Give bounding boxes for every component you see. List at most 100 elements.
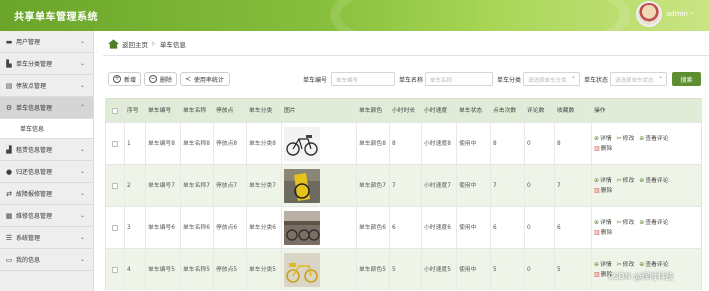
chevron-down-icon[interactable]: ⌄ [689,9,694,16]
clicks: 5 [490,249,524,290]
chevron-down-icon: ⌄ [79,82,85,89]
row-checkbox-cell[interactable] [106,165,124,206]
comments: 0 [524,249,554,290]
bike-status-select[interactable]: 请选择单车状态 [610,72,667,86]
breadcrumb-home[interactable]: 返回主页 [122,39,148,49]
bike-category-select[interactable]: 请选择单车分类 [523,72,580,86]
sidebar-item-label: 单车分类管理 [16,61,53,68]
delete-label: 删除 [600,229,613,236]
watermark: CSDN @辉时科技 [608,272,674,281]
minus-icon: − [149,75,157,83]
row-index: 1 [124,123,145,164]
avatar[interactable] [636,1,662,27]
sidebar-item-user-management[interactable]: ▬ 用户管理 ⌄ [0,31,93,53]
row-checkbox-cell[interactable] [106,123,124,164]
view-reviews-button[interactable]: ⊕ 查看评论 [639,219,668,227]
grid-icon: ▦ [5,211,13,220]
checkbox[interactable] [112,140,118,147]
row-actions: ⊕ 详情 ✂ 修改 ⊕ 查看评论 ▥ 删除 [591,165,703,206]
bike-color: 单车颜色6 [356,207,389,248]
usage-stats-button-label: 使用率统计 [193,76,224,84]
delete-button[interactable]: − 删除 [144,72,177,86]
filter-label-code: 单车编号 [303,77,328,84]
sidebar-item-rental[interactable]: ▟ 租赁信息管理 ⌄ [0,139,93,161]
reviews-label: 查看评论 [645,177,669,184]
bike-photo [284,126,320,161]
bike-name: 单车名称7 [180,165,213,206]
sidebar-item-my-info[interactable]: ▭ 我的信息 ⌄ [0,249,93,271]
detail-button[interactable]: ⊕ 详情 [594,135,612,143]
chevron-down-icon: ⌄ [79,190,85,197]
breadcrumb-current: 单车信息 [159,41,186,49]
delete-row-button[interactable]: ▥ 删除 [594,229,612,237]
sidebar-item-label: 维修信息管理 [16,213,53,220]
detail-button[interactable]: ⊕ 详情 [594,261,612,269]
sidebar-item-repair[interactable]: ▦ 维修信息管理 ⌄ [0,205,93,227]
bike-color: 单车颜色8 [356,123,389,164]
divider [103,55,709,56]
column-header: 停放点 [213,99,246,122]
sidebar-item-label: 故障报修管理 [16,191,53,198]
edit-label: 修改 [622,219,635,226]
sidebar-item-fault[interactable]: ⇄ 故障报修管理 ⌄ [0,183,93,205]
select-all-checkbox[interactable] [106,99,124,122]
parking-spot: 停放点7 [213,165,246,206]
row-actions: ⊕ 详情 ✂ 修改 ⊕ 查看评论 ▥ 删除 [591,249,703,290]
checkbox[interactable] [112,182,118,189]
comments: 0 [524,123,554,164]
bike-category: 单车分类8 [246,123,281,164]
bike-code-input[interactable]: 单车编号 [331,72,395,86]
row-checkbox-cell[interactable] [106,249,124,290]
sidebar-subitem-bike-info[interactable]: 单车信息 [0,119,93,139]
bike-status: 使用中 [456,165,490,206]
view-reviews-button[interactable]: ⊕ 查看评论 [639,261,668,269]
user-name[interactable]: admin [666,10,688,18]
edit-label: 修改 [622,261,635,268]
sidebar-item-parking[interactable]: ▤ 停放点管理 ⌄ [0,75,93,97]
hours: 5 [389,249,421,290]
sidebar-item-bike-info[interactable]: ⚙ 单车信息管理 ⌃ [0,97,93,119]
detail-label: 详情 [600,219,612,226]
sidebar-item-label: 系统管理 [16,235,41,242]
edit-label: 修改 [622,135,635,142]
menu-icon: ☰ [5,233,13,242]
reviews-icon: ⊕ [639,218,645,226]
checkbox[interactable] [112,266,118,273]
edit-button[interactable]: ✂ 修改 [617,135,635,143]
edit-button[interactable]: ✂ 修改 [617,219,635,227]
bike-name-input[interactable]: 单车名称 [425,72,493,86]
column-header: 小时速度 [421,99,456,122]
edit-button[interactable]: ✂ 修改 [617,261,635,269]
sidebar-item-label: 停放点管理 [16,83,47,90]
search-button[interactable]: 搜索 [672,72,701,86]
checkbox[interactable] [112,107,118,114]
view-reviews-button[interactable]: ⊕ 查看评论 [639,135,668,143]
sidebar-item-bike-category[interactable]: ▙ 单车分类管理 ⌄ [0,53,93,75]
row-checkbox-cell[interactable] [106,207,124,248]
delete-row-button[interactable]: ▥ 删除 [594,145,612,153]
hours: 6 [389,207,421,248]
bike-image-cell [281,123,356,164]
clicks: 8 [490,123,524,164]
sidebar-item-system[interactable]: ☰ 系统管理 ⌄ [0,227,93,249]
usage-stats-button[interactable]: ≺ 使用率统计 [180,72,230,86]
bike-category: 单车分类6 [246,207,281,248]
bike-status: 使用中 [456,249,490,290]
detail-icon: ⊕ [594,260,600,268]
detail-button[interactable]: ⊕ 详情 [594,177,612,185]
favorites: 5 [554,249,591,290]
checkbox[interactable] [112,224,118,231]
sidebar-item-return[interactable]: ● 归还信息管理 ⌄ [0,161,93,183]
header-decoration [330,0,630,31]
delete-row-button[interactable]: ▥ 删除 [594,187,612,195]
column-header: 小时时长 [389,99,421,122]
detail-button[interactable]: ⊕ 详情 [594,219,612,227]
column-header: 单车颜色 [356,99,389,122]
chevron-down-icon: ⌄ [79,38,85,45]
column-header: 图片 [281,99,356,122]
table-row: 1 单车编号8 单车名称8 停放点8 单车分类8 单车颜色8 8 小时速度8 使… [106,122,701,164]
edit-label: 修改 [622,177,635,184]
edit-button[interactable]: ✂ 修改 [617,177,635,185]
add-button[interactable]: + 新增 [108,72,141,86]
view-reviews-button[interactable]: ⊕ 查看评论 [639,177,668,185]
